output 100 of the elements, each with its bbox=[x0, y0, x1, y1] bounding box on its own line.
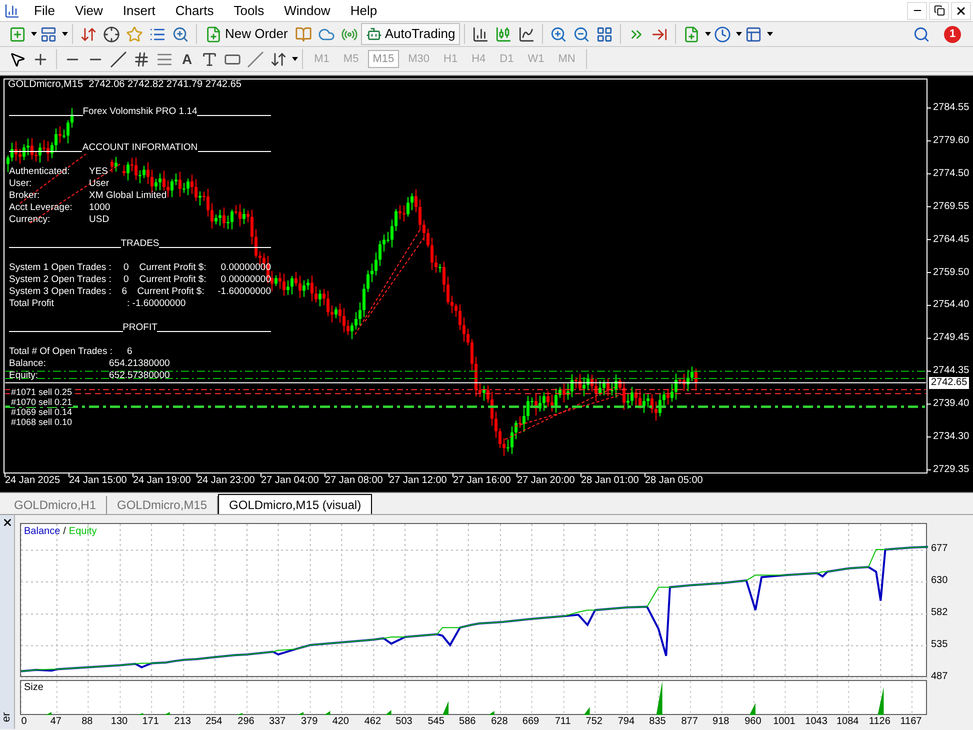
legend-separator: / bbox=[63, 526, 66, 538]
menu-item[interactable]: View bbox=[64, 0, 113, 20]
info-value: 1000 bbox=[89, 202, 110, 214]
time-tick: 27 Jan 20:00 bbox=[517, 475, 575, 487]
time-tick: 28 Jan 05:00 bbox=[645, 475, 703, 487]
order-label: #1068 sell 0.10 bbox=[10, 418, 74, 427]
info-label: Current Profit $: bbox=[137, 286, 206, 298]
time-tick: 28 Jan 01:00 bbox=[581, 475, 639, 487]
price-tick: 2739.40 bbox=[933, 398, 970, 410]
price-tick: 2744.35 bbox=[933, 365, 970, 378]
info-value: 0 bbox=[124, 274, 130, 286]
time-tick: 24 Jan 23:00 bbox=[197, 475, 255, 487]
price-tick: 2784.55 bbox=[933, 102, 970, 114]
legend-label: Equity bbox=[68, 526, 97, 538]
x-tick: 711 bbox=[554, 716, 571, 728]
info-value: XM Global Limited bbox=[89, 190, 167, 202]
x-tick: 130 bbox=[110, 716, 128, 728]
info-label: Currency: bbox=[9, 214, 52, 226]
x-tick: 669 bbox=[522, 716, 540, 728]
x-tick: 171 bbox=[142, 716, 159, 728]
x-tick: 0 bbox=[21, 716, 27, 728]
info-label: Total # Of Open Trades : bbox=[9, 346, 114, 358]
time-tick: 24 Jan 15:00 bbox=[69, 475, 127, 487]
info-label: System 2 Open Trades : bbox=[9, 274, 112, 286]
time-tick: 27 Jan 12:00 bbox=[389, 475, 447, 487]
info-value: 6 bbox=[122, 286, 128, 298]
info-value: User bbox=[89, 178, 110, 190]
info-label: User: bbox=[9, 178, 33, 190]
order-label: #1071 sell 0.25 bbox=[10, 388, 74, 397]
y-tick: 535 bbox=[931, 638, 948, 651]
menu-item[interactable]: Insert bbox=[112, 0, 166, 20]
x-tick: 960 bbox=[744, 716, 762, 728]
info-label: Authenticated: bbox=[9, 166, 71, 178]
time-tick: 24 Jan 2025 bbox=[5, 475, 60, 487]
autotrading-button[interactable]: AutoTrading bbox=[360, 23, 460, 45]
price-tick: 2749.45 bbox=[933, 332, 970, 344]
panel-title: er bbox=[0, 712, 14, 722]
info-value: 654.21380000 bbox=[109, 358, 170, 370]
x-tick: 213 bbox=[174, 716, 191, 728]
price-tick: 2734.30 bbox=[933, 431, 970, 443]
order-label: #1069 sell 0.14 bbox=[10, 408, 74, 417]
pane-title: Size bbox=[24, 682, 44, 694]
x-tick: 628 bbox=[491, 716, 508, 728]
x-tick: 1084 bbox=[836, 716, 859, 728]
chart-tab[interactable]: GOLDmicro,M15 (visual) bbox=[218, 494, 372, 514]
info-value: : -1.60000000 bbox=[127, 298, 186, 310]
info-label: Equity: bbox=[9, 370, 40, 382]
legend-label: Balance bbox=[24, 526, 60, 538]
menu-item[interactable]: Charts bbox=[165, 0, 224, 20]
x-tick: 918 bbox=[712, 716, 730, 728]
notification-badge[interactable]: 1 bbox=[944, 26, 961, 42]
menu-item[interactable]: Tools bbox=[224, 0, 274, 20]
new-order-button[interactable]: New Order bbox=[201, 24, 292, 44]
info-label: System 3 Open Trades : bbox=[9, 286, 112, 298]
x-tick: 379 bbox=[301, 716, 318, 728]
info-label: Broker: bbox=[9, 190, 41, 202]
time-tick: 27 Jan 08:00 bbox=[325, 475, 383, 487]
x-tick: 296 bbox=[238, 716, 254, 728]
x-tick: 1043 bbox=[805, 716, 828, 728]
x-tick: 545 bbox=[428, 716, 444, 728]
menu-item[interactable]: Help bbox=[340, 0, 388, 20]
x-tick: 794 bbox=[618, 716, 635, 728]
info-value: 0 bbox=[124, 262, 130, 274]
x-tick: 88 bbox=[82, 716, 93, 728]
info-value: -1.60000000 bbox=[218, 286, 271, 298]
y-tick: 582 bbox=[931, 607, 948, 620]
time-tick: 27 Jan 16:00 bbox=[453, 475, 511, 487]
order-label: #1070 sell 0.21 bbox=[10, 398, 74, 407]
x-tick: 503 bbox=[396, 716, 412, 728]
info-label: Total Profit bbox=[9, 298, 55, 310]
time-tick: 24 Jan 19:00 bbox=[133, 475, 191, 487]
price-tick: 2764.45 bbox=[933, 234, 970, 246]
timeframe-button[interactable]: M15 bbox=[368, 50, 400, 68]
x-tick: 420 bbox=[332, 716, 349, 728]
price-tick: 2774.50 bbox=[933, 168, 970, 180]
time-tick: 27 Jan 04:00 bbox=[261, 475, 319, 487]
x-tick: 877 bbox=[681, 716, 698, 728]
price-tick: 2759.50 bbox=[933, 266, 970, 278]
x-tick: 586 bbox=[459, 716, 476, 728]
x-tick: 254 bbox=[206, 716, 222, 728]
x-tick: 752 bbox=[586, 716, 602, 728]
x-tick: 835 bbox=[649, 716, 666, 728]
menu-item[interactable]: File bbox=[24, 0, 65, 20]
symbol-quote: GOLDmicro,M15 2742.06 2742.82 2741.79 2742.65 bbox=[8, 78, 242, 92]
info-value: USD bbox=[89, 214, 110, 226]
info-value: 6 bbox=[127, 346, 132, 358]
price-tick: 2729.35 bbox=[933, 464, 970, 476]
x-tick: 1126 bbox=[868, 716, 890, 728]
x-tick: 1001 bbox=[773, 716, 796, 728]
x-tick: 337 bbox=[268, 716, 286, 728]
info-label: System 1 Open Trades : bbox=[9, 262, 112, 274]
text-tool[interactable]: A bbox=[176, 48, 198, 70]
y-tick: 677 bbox=[931, 543, 948, 556]
menu-item[interactable]: Window bbox=[274, 0, 340, 20]
info-heading: ACCOUNT INFORMATION bbox=[82, 142, 198, 154]
x-tick: 462 bbox=[364, 716, 382, 728]
info-label: Current Profit $: bbox=[139, 262, 208, 274]
price-tick: 2769.55 bbox=[933, 200, 970, 213]
y-tick: 487 bbox=[931, 671, 948, 683]
info-value: YES bbox=[89, 166, 108, 178]
